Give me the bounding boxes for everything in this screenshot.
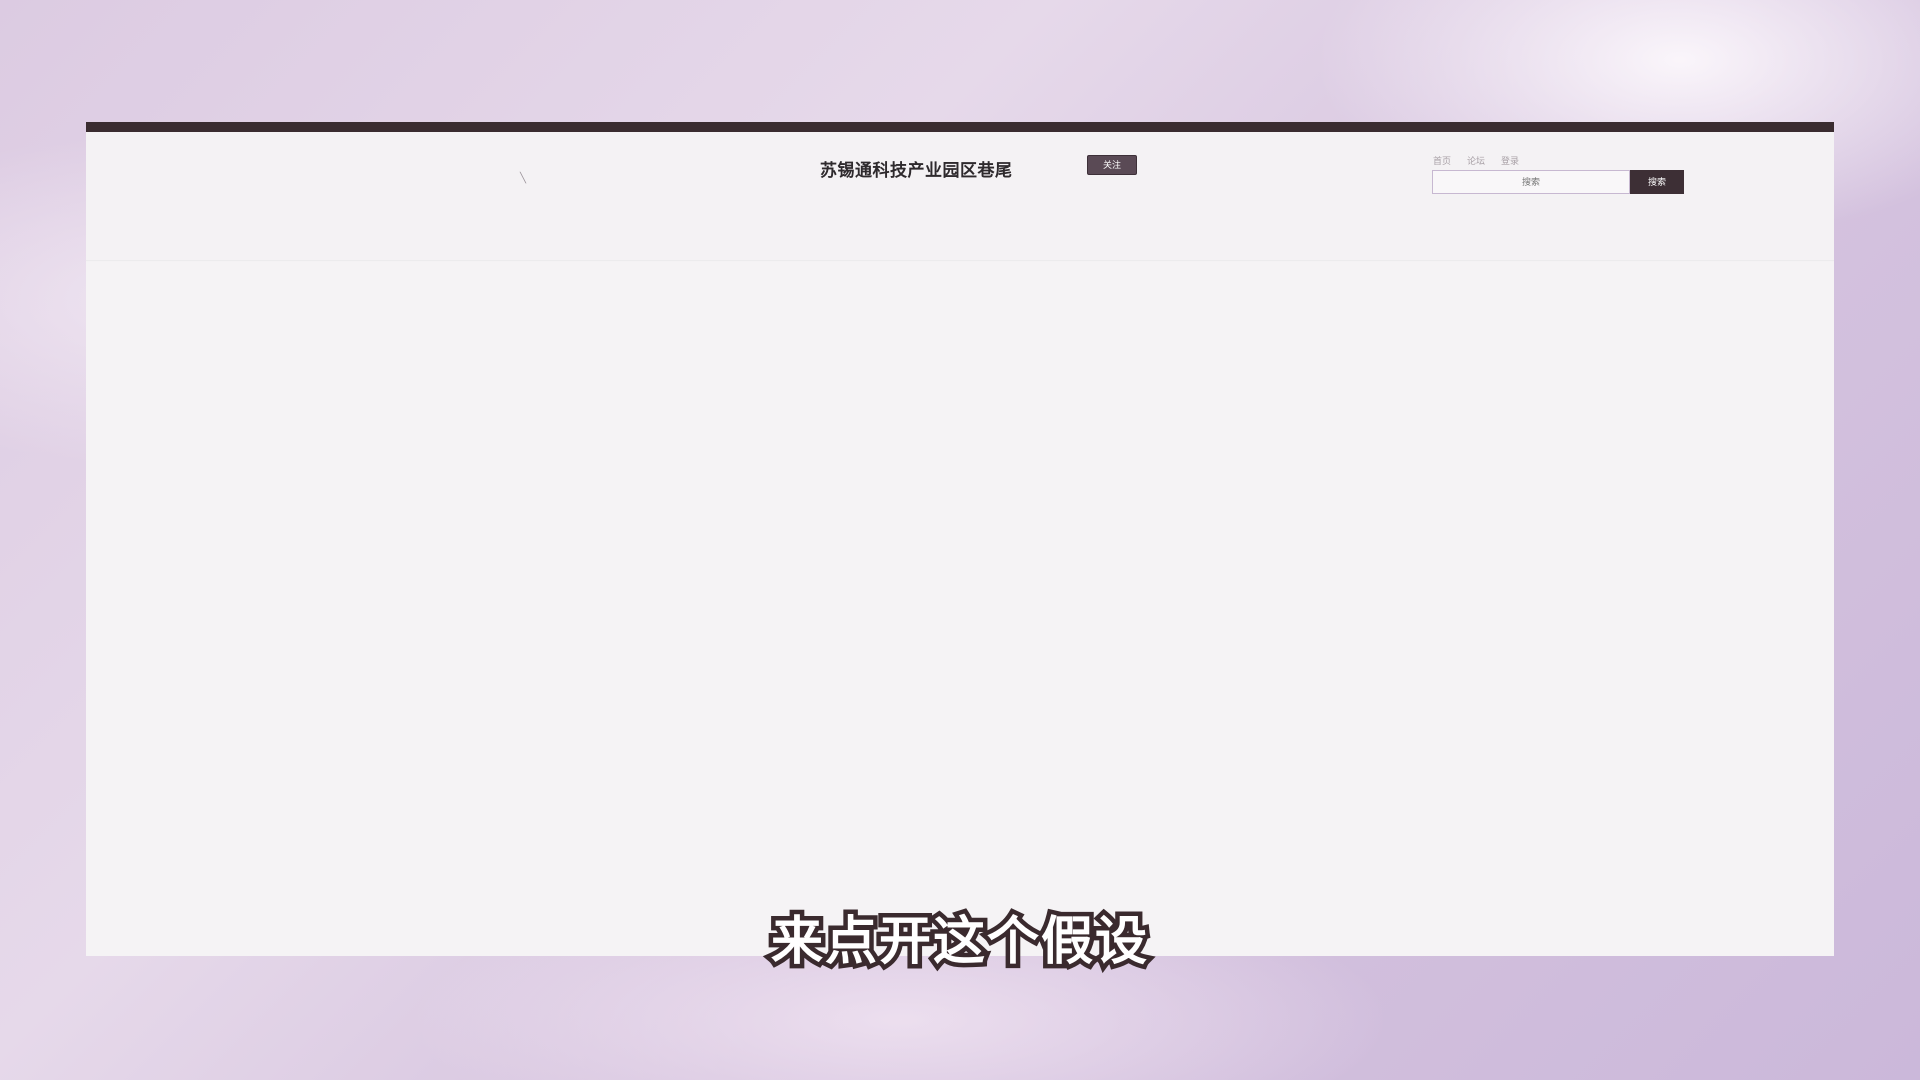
main-content-area [86, 262, 1834, 956]
site-title: 苏锡通科技产业园区巷尾 [820, 161, 1013, 181]
mouse-cursor-icon: ╲ [520, 173, 527, 184]
top-links: 首页 论坛 登录 [1433, 154, 1519, 167]
top-strip [86, 122, 1834, 132]
nav-link-home[interactable]: 首页 [1433, 154, 1451, 167]
follow-button[interactable]: 关注 [1087, 155, 1137, 175]
nav-link-forum[interactable]: 论坛 [1467, 154, 1485, 167]
search-button[interactable]: 搜索 [1630, 170, 1684, 194]
nav-link-login[interactable]: 登录 [1501, 154, 1519, 167]
search-input[interactable] [1432, 170, 1630, 194]
browser-screen: ╲ 苏锡通科技产业园区巷尾 关注 首页 论坛 登录 搜索 [86, 122, 1834, 956]
site-header: ╲ 苏锡通科技产业园区巷尾 关注 首页 论坛 登录 搜索 [86, 132, 1834, 261]
video-subtitle: 来点开这个假设 [766, 908, 1151, 977]
